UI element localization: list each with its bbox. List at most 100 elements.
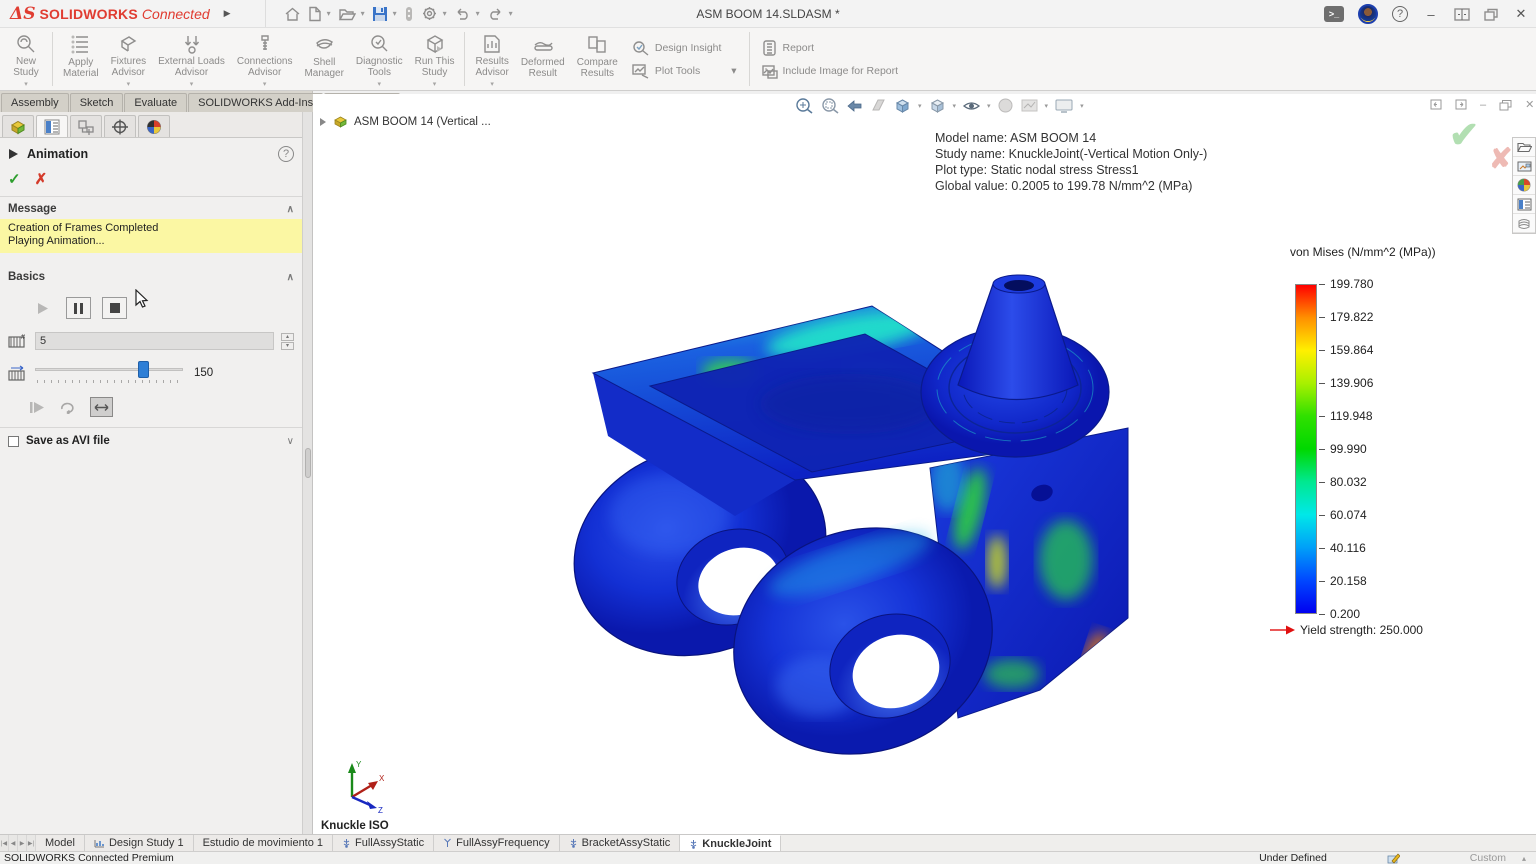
include-image-for-report-button[interactable]: Include Image for Report (762, 63, 899, 79)
slider-thumb[interactable] (138, 361, 149, 378)
deformed-result-button[interactable]: Deformed Result (515, 30, 571, 88)
previous-view-icon[interactable] (845, 97, 864, 114)
logo-flyout-icon[interactable]: ▶ (224, 8, 231, 19)
save-caret-icon[interactable]: ▾ (393, 9, 397, 18)
tab-sketch[interactable]: Sketch (70, 93, 124, 112)
zoom-to-area-icon[interactable] (820, 97, 839, 114)
run-this-study-button[interactable]: Run This Study ▾ (409, 30, 461, 88)
split-view-button[interactable] (1454, 8, 1470, 21)
expand-chevron-icon[interactable]: ∨ (287, 436, 294, 447)
tree-expand-icon[interactable] (319, 117, 327, 127)
minimize-button[interactable]: – (1422, 7, 1440, 22)
splitter-grip[interactable] (305, 448, 311, 478)
caret-icon[interactable]: ▾ (490, 80, 494, 88)
graphics-viewport[interactable]: ASM BOOM 14 (Vertical ... ▾ ▾ ▾ ▾ ▾ – ✕ (313, 94, 1536, 834)
dock-left-icon[interactable] (1430, 99, 1442, 110)
help-icon[interactable]: ? (1392, 6, 1408, 22)
home-icon[interactable] (284, 6, 301, 22)
caret-icon[interactable]: ▾ (24, 80, 28, 88)
undo-caret-icon[interactable]: ▾ (476, 9, 480, 18)
apply-scene-icon[interactable] (1020, 97, 1039, 114)
tab-design-study-1[interactable]: Design Study 1 (85, 835, 194, 851)
close-button[interactable]: ✕ (1512, 6, 1530, 22)
pause-button[interactable] (66, 297, 91, 319)
edit-appearance-icon[interactable] (997, 97, 1014, 114)
panel-splitter[interactable] (303, 112, 313, 834)
diagnostic-tools-button[interactable]: Diagnostic Tools ▾ (350, 30, 409, 88)
display-style-icon[interactable] (928, 97, 947, 114)
section-view-icon[interactable] (870, 97, 887, 114)
apply-material-button[interactable]: Apply Material (57, 30, 105, 88)
caret-icon[interactable]: ▾ (987, 102, 991, 110)
hide-show-items-icon[interactable] (962, 98, 981, 113)
play-button[interactable] (30, 297, 55, 319)
caret-icon[interactable]: ▾ (1045, 102, 1049, 110)
scroll-last-icon[interactable]: ▶| (27, 835, 36, 851)
design-library-icon[interactable] (1513, 157, 1535, 176)
configurationmanager-tab[interactable] (70, 115, 102, 137)
confirm-corner-check-icon[interactable]: ✔ (1449, 114, 1479, 156)
view-settings-icon[interactable] (1054, 98, 1074, 114)
tab-fullassyfrequency[interactable]: FullAssyFrequency (434, 835, 560, 851)
confirm-corner-x-icon[interactable]: ✘ (1489, 142, 1512, 175)
loop-icon[interactable] (59, 401, 76, 414)
slider-track[interactable] (35, 368, 183, 371)
redo-icon[interactable] (487, 7, 504, 21)
scroll-prev-icon[interactable]: ◀ (9, 835, 18, 851)
appearances-scenes-icon[interactable] (1513, 176, 1535, 195)
compare-results-button[interactable]: Compare Results (571, 30, 624, 88)
featuremanager-tab[interactable] (2, 115, 34, 137)
tree-item-label[interactable]: ASM BOOM 14 (Vertical ... (354, 116, 491, 128)
dock-right-icon[interactable] (1455, 99, 1467, 110)
unit-system-label[interactable]: Custom (1470, 852, 1506, 864)
tab-assembly[interactable]: Assembly (1, 93, 69, 112)
external-loads-advisor-button[interactable]: External Loads Advisor ▾ (152, 30, 231, 88)
marketplace-icon[interactable] (404, 6, 414, 22)
unit-system-caret-icon[interactable]: ▴ (1522, 854, 1526, 863)
frames-input[interactable]: 5 (35, 332, 274, 350)
save-icon[interactable] (372, 6, 388, 22)
caret-icon[interactable]: ▾ (263, 80, 267, 88)
redo-caret-icon[interactable]: ▾ (509, 9, 513, 18)
tab-knucklejoint[interactable]: KnuckleJoint (680, 835, 781, 851)
caret-icon[interactable]: ▾ (378, 80, 382, 88)
caret-icon[interactable]: ▾ (953, 102, 957, 110)
restore-button[interactable] (1484, 8, 1498, 21)
tab-fullassystatic[interactable]: FullAssyStatic (333, 835, 434, 851)
scroll-next-icon[interactable]: ▶ (18, 835, 27, 851)
resources-folder-icon[interactable] (1513, 138, 1535, 157)
fixtures-advisor-button[interactable]: Fixtures Advisor ▾ (105, 30, 153, 88)
design-insight-button[interactable]: Design Insight (632, 40, 737, 56)
connections-advisor-button[interactable]: Connections Advisor ▾ (231, 30, 299, 88)
collapse-chevron-icon[interactable]: ∧ (287, 272, 294, 283)
message-section-header[interactable]: Message ∧ (0, 197, 302, 219)
new-caret-icon[interactable]: ▾ (327, 9, 331, 18)
basics-section-header[interactable]: Basics ∧ (0, 265, 302, 287)
custom-properties-icon[interactable] (1513, 195, 1535, 214)
settings-gear-icon[interactable] (421, 5, 438, 22)
frames-spinner[interactable]: ▴▾ (281, 333, 294, 350)
new-study-button[interactable]: New Study ▾ (4, 30, 48, 88)
view-orientation-icon[interactable] (893, 97, 912, 114)
caret-icon[interactable]: ▾ (918, 102, 922, 110)
document-stack-icon[interactable] (1513, 214, 1535, 233)
fea-model[interactable] (550, 264, 1170, 764)
flyout-feature-tree[interactable]: ASM BOOM 14 (Vertical ... (319, 115, 491, 128)
caret-icon[interactable]: ▾ (731, 65, 736, 77)
tab-evaluate[interactable]: Evaluate (124, 93, 187, 112)
reciprocate-button[interactable] (90, 397, 113, 417)
new-document-icon[interactable] (308, 6, 322, 22)
scroll-first-icon[interactable]: |◀ (0, 835, 9, 851)
viewport-close-icon[interactable]: ✕ (1525, 98, 1534, 111)
caret-icon[interactable]: ▾ (190, 80, 194, 88)
user-avatar[interactable] (1358, 4, 1378, 24)
propertymanager-tab[interactable] (36, 115, 68, 137)
caret-icon[interactable]: ▾ (127, 80, 131, 88)
displaymanager-tab[interactable] (138, 115, 170, 137)
ok-check-icon[interactable]: ✓ (8, 170, 21, 188)
step-forward-icon[interactable] (30, 401, 45, 414)
edit-sketch-status-icon[interactable] (1387, 853, 1400, 864)
results-advisor-button[interactable]: Results Advisor ▾ (469, 30, 514, 88)
panel-help-icon[interactable]: ? (278, 146, 294, 162)
shell-manager-button[interactable]: Shell Manager (298, 30, 349, 88)
